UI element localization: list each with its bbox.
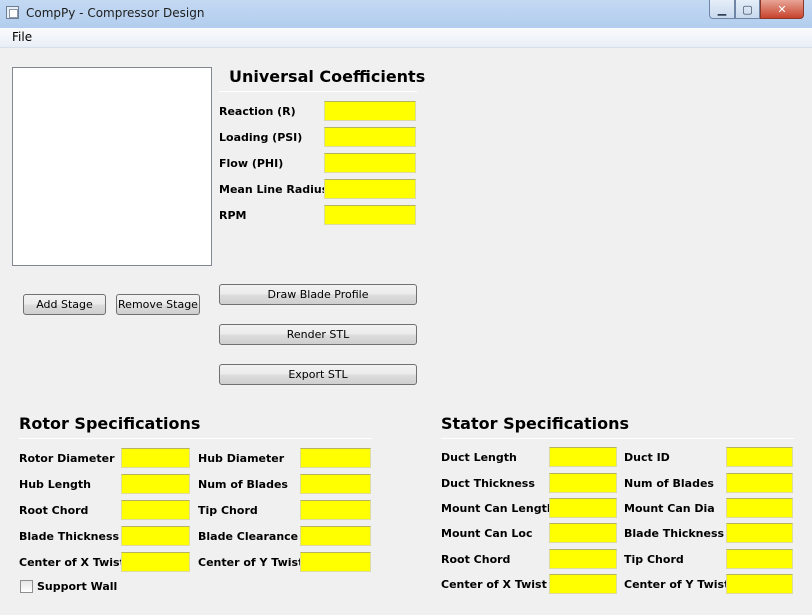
support-wall-label[interactable]: Support Wall <box>37 580 117 593</box>
rotor-root-chord-label: Root Chord <box>19 504 89 517</box>
duct-thickness-label: Duct Thickness <box>441 477 535 490</box>
compressor-design-window: CompPy - Compressor Design ▁ ▢ ✕ File Ad… <box>0 0 812 615</box>
draw-blade-profile-button[interactable]: Draw Blade Profile <box>219 284 417 305</box>
window-title: CompPy - Compressor Design <box>26 6 205 20</box>
stator-num-blades-label: Num of Blades <box>624 477 714 490</box>
duct-length-label: Duct Length <box>441 451 517 464</box>
universal-divider <box>219 91 417 92</box>
stator-tip-chord-field[interactable] <box>726 549 793 569</box>
rotor-divider <box>19 438 372 439</box>
duct-thickness-field[interactable] <box>549 473 617 493</box>
rotor-center-x-twist-field[interactable] <box>121 552 190 572</box>
rotor-diameter-field[interactable] <box>121 448 190 468</box>
support-wall-checkbox[interactable] <box>20 580 33 593</box>
title-bar[interactable]: CompPy - Compressor Design ▁ ▢ ✕ <box>0 0 812 28</box>
rpm-field[interactable] <box>324 205 416 225</box>
menu-file[interactable]: File <box>12 30 32 44</box>
rotor-center-x-twist-label: Center of X Twist <box>19 556 125 569</box>
mean-line-radius-label: Mean Line Radius <box>219 183 329 196</box>
hub-diameter-label: Hub Diameter <box>198 452 285 465</box>
stator-blade-thickness-field[interactable] <box>726 523 793 543</box>
hub-diameter-field[interactable] <box>300 448 371 468</box>
stator-center-y-twist-label: Center of Y Twist <box>624 578 730 591</box>
rotor-blade-thickness-label: Blade Thickness <box>19 530 120 543</box>
stator-num-blades-field[interactable] <box>726 473 793 493</box>
loading-label: Loading (PSI) <box>219 131 303 144</box>
rotor-center-y-twist-label: Center of Y Twist <box>198 556 304 569</box>
universal-coefficients-title: Universal Coefficients <box>229 67 426 86</box>
reaction-label: Reaction (R) <box>219 105 296 118</box>
rpm-label: RPM <box>219 209 247 222</box>
rotor-tip-chord-field[interactable] <box>300 500 371 520</box>
mount-can-dia-field[interactable] <box>726 498 793 518</box>
close-button[interactable]: ✕ <box>760 0 804 19</box>
stator-root-chord-label: Root Chord <box>441 553 511 566</box>
rotor-specifications-title: Rotor Specifications <box>19 414 201 433</box>
menu-bar: File <box>0 28 812 48</box>
stator-center-y-twist-field[interactable] <box>726 574 793 594</box>
rotor-root-chord-field[interactable] <box>121 500 190 520</box>
loading-field[interactable] <box>324 127 416 147</box>
duct-id-field[interactable] <box>726 447 793 467</box>
mount-can-length-label: Mount Can Length <box>441 502 555 515</box>
flow-field[interactable] <box>324 153 416 173</box>
remove-stage-button[interactable]: Remove Stage <box>116 294 200 315</box>
stator-divider <box>441 438 794 439</box>
rotor-num-blades-label: Num of Blades <box>198 478 288 491</box>
stator-blade-thickness-label: Blade Thickness <box>624 527 725 540</box>
mean-line-radius-field[interactable] <box>324 179 416 199</box>
stator-center-x-twist-label: Center of X Twist <box>441 578 547 591</box>
rotor-num-blades-field[interactable] <box>300 474 371 494</box>
blade-clearance-field[interactable] <box>300 526 371 546</box>
stator-root-chord-field[interactable] <box>549 549 617 569</box>
duct-length-field[interactable] <box>549 447 617 467</box>
mount-can-loc-field[interactable] <box>549 523 617 543</box>
minimize-button[interactable]: ▁ <box>709 0 735 19</box>
stator-specifications-title: Stator Specifications <box>441 414 630 433</box>
rotor-center-y-twist-field[interactable] <box>300 552 371 572</box>
stator-tip-chord-label: Tip Chord <box>624 553 684 566</box>
rotor-diameter-label: Rotor Diameter <box>19 452 115 465</box>
reaction-field[interactable] <box>324 101 416 121</box>
hub-length-label: Hub Length <box>19 478 92 491</box>
flow-label: Flow (PHI) <box>219 157 284 170</box>
duct-id-label: Duct ID <box>624 451 670 464</box>
add-stage-button[interactable]: Add Stage <box>23 294 106 315</box>
mount-can-dia-label: Mount Can Dia <box>624 502 715 515</box>
mount-can-loc-label: Mount Can Loc <box>441 527 533 540</box>
maximize-button[interactable]: ▢ <box>735 0 760 19</box>
blade-clearance-label: Blade Clearance <box>198 530 299 543</box>
app-window-icon <box>6 6 19 19</box>
stage-list[interactable] <box>12 67 212 266</box>
export-stl-button[interactable]: Export STL <box>219 364 417 385</box>
mount-can-length-field[interactable] <box>549 498 617 518</box>
render-stl-button[interactable]: Render STL <box>219 324 417 345</box>
hub-length-field[interactable] <box>121 474 190 494</box>
stator-center-x-twist-field[interactable] <box>549 574 617 594</box>
rotor-blade-thickness-field[interactable] <box>121 526 190 546</box>
rotor-tip-chord-label: Tip Chord <box>198 504 258 517</box>
